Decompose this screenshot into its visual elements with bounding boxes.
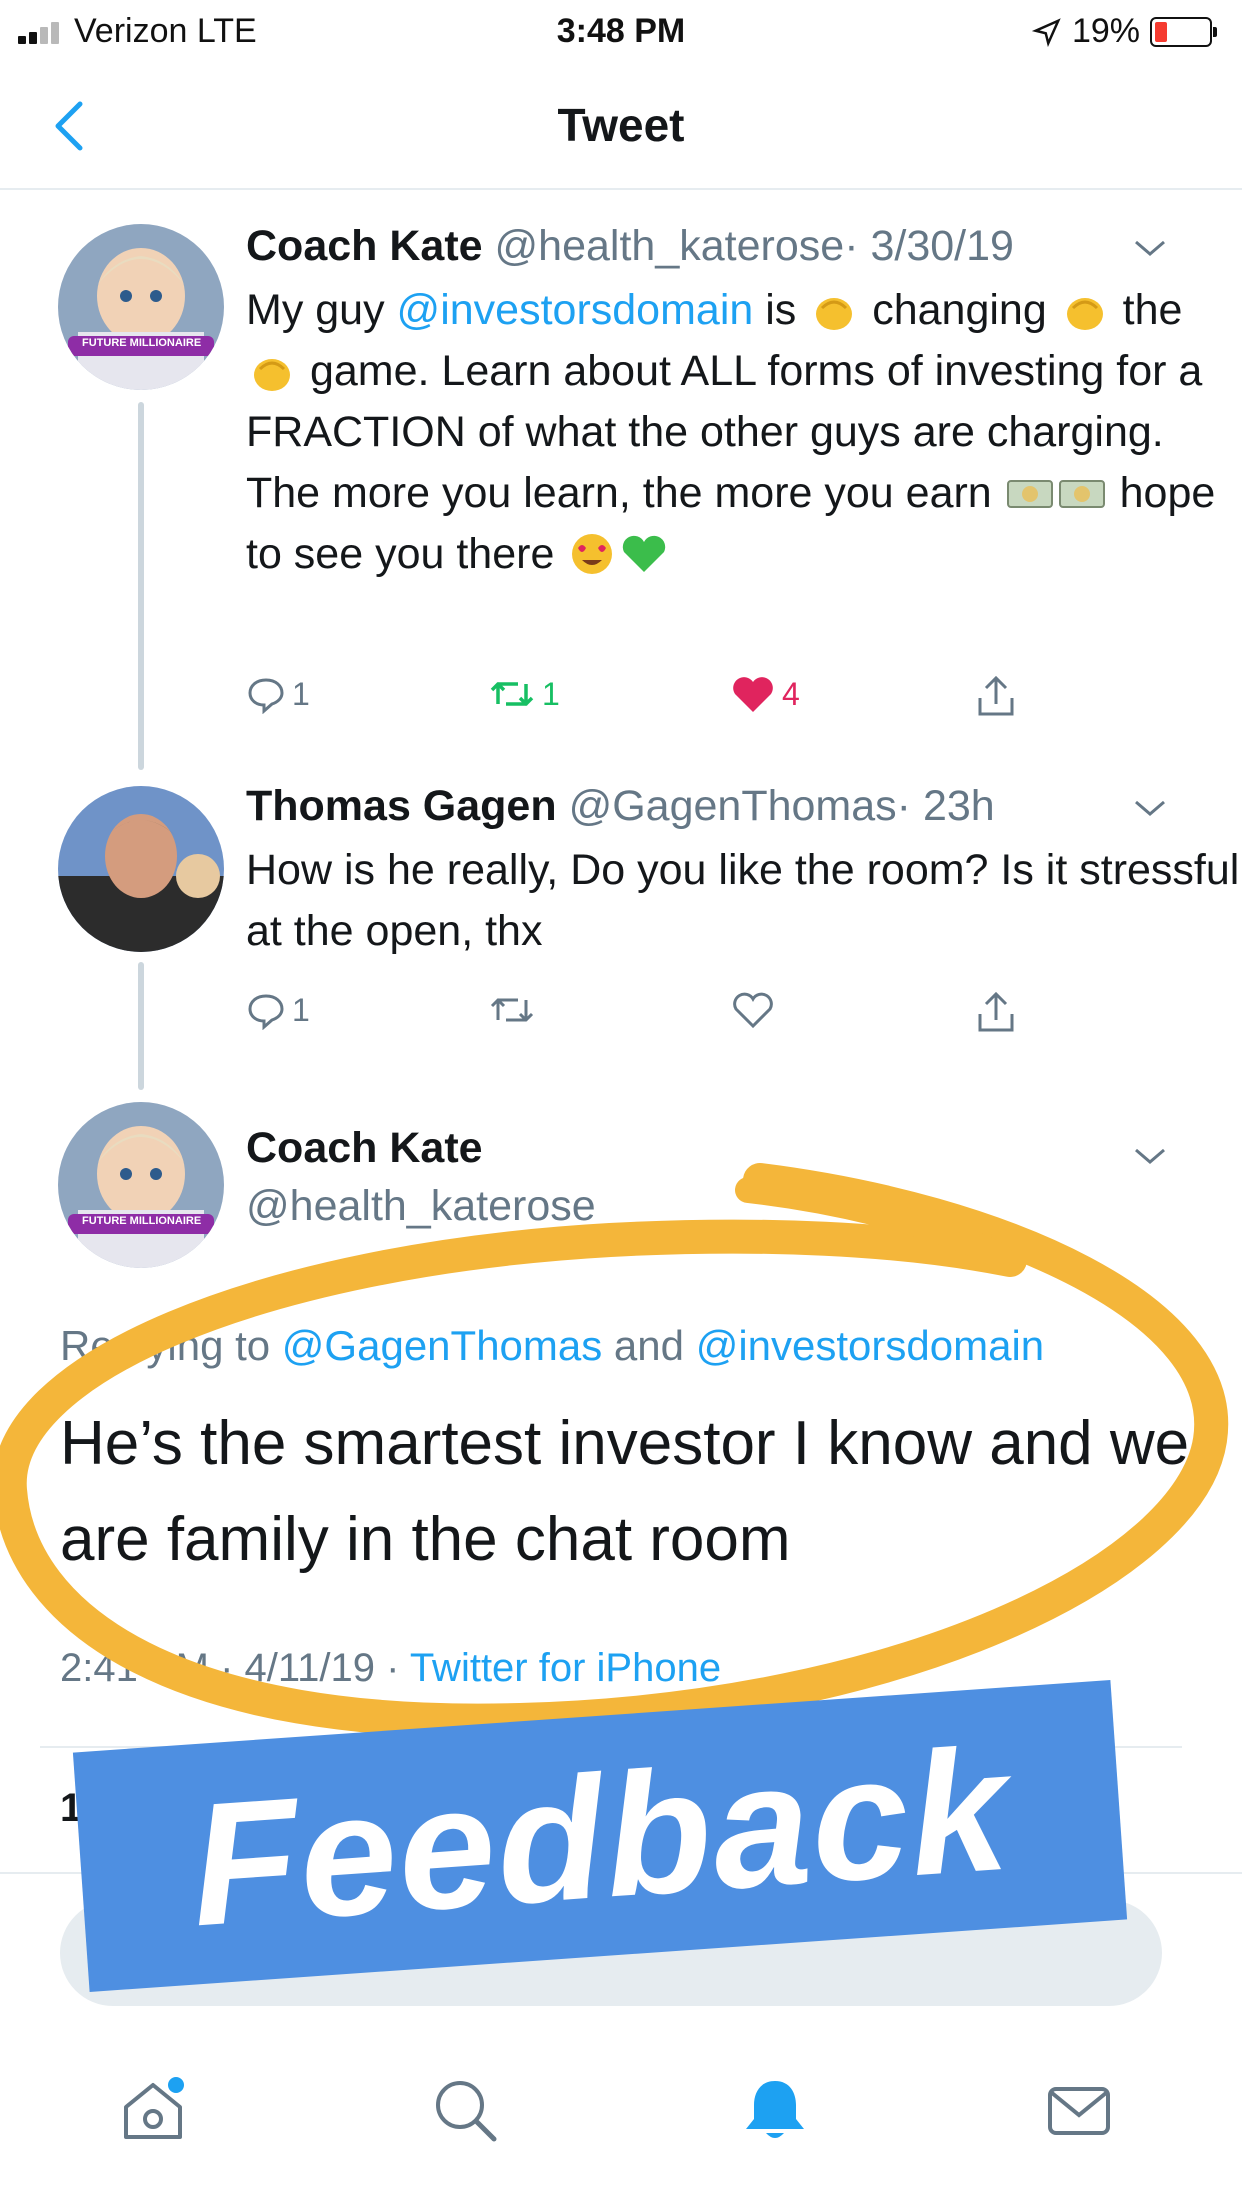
retweet-count: 1 [542, 675, 560, 712]
author-handle[interactable]: @health_katerose [495, 222, 845, 270]
share-button[interactable] [974, 990, 1018, 1036]
retweet-icon [490, 682, 534, 706]
tweet-text: My guy @investorsdomain is changing the … [246, 286, 1216, 578]
money-icon [1058, 480, 1105, 508]
page-title: Tweet [557, 99, 685, 151]
clapping-hands-icon [1066, 298, 1103, 330]
author-name[interactable]: Thomas Gagen [246, 782, 557, 830]
highlight-circle [0, 1163, 1229, 1738]
share-icon [978, 675, 1014, 716]
search-icon[interactable] [430, 2075, 500, 2145]
like-button[interactable]: 4 [730, 674, 800, 714]
reply-count: 1 [292, 991, 310, 1028]
share-button[interactable] [974, 674, 1018, 720]
reply-icon [248, 994, 284, 1030]
retweet-icon [490, 998, 534, 1022]
green-heart-icon [623, 535, 666, 572]
avatar[interactable]: FUTURE MILLIONAIRE [58, 224, 224, 390]
tweet-text: How is he really, Do you like the room? … [246, 846, 1240, 955]
tweet-date: · 23h [896, 782, 995, 830]
avatar-badge: FUTURE MILLIONAIRE [82, 337, 202, 349]
like-count: 4 [782, 675, 800, 712]
tweet-header: Thomas Gagen @GagenThomas· 23h [246, 782, 995, 831]
tweet-actions: 1 1 4 [0, 668, 1242, 728]
reply-icon [248, 678, 284, 714]
mention-link[interactable]: @investorsdomain [397, 286, 754, 334]
reply-count: 1 [292, 675, 310, 712]
tab-bar [0, 2035, 1242, 2208]
messages-icon[interactable] [1044, 2075, 1114, 2145]
retweet-button[interactable] [488, 990, 536, 1030]
reply-button[interactable]: 1 [246, 990, 310, 1030]
share-icon [978, 991, 1014, 1032]
status-bar: Verizon LTE 3:48 PM 19% [0, 0, 1242, 62]
heart-eyes-icon [572, 534, 613, 574]
tweet-header: Coach Kate @health_katerose· 3/30/19 [246, 222, 1014, 271]
chevron-down-icon[interactable] [1130, 236, 1170, 260]
money-icon [1006, 480, 1053, 508]
battery-icon [1150, 16, 1217, 47]
retweet-button[interactable]: 1 [488, 674, 560, 714]
nav-bar: Tweet [0, 70, 1242, 190]
notifications-icon[interactable] [740, 2075, 810, 2145]
tweet-date: · 3/30/19 [844, 222, 1014, 270]
like-icon [733, 677, 773, 712]
author-name[interactable]: Coach Kate [246, 222, 483, 270]
like-icon [733, 992, 773, 1029]
clapping-hands-icon [816, 298, 853, 330]
avatar[interactable] [58, 786, 224, 952]
battery-percent: 19% [1071, 12, 1140, 50]
clapping-hands-icon [254, 359, 290, 391]
reply-button[interactable]: 1 [246, 674, 310, 714]
location-icon [1031, 17, 1061, 47]
chevron-down-icon[interactable] [1130, 796, 1170, 820]
home-icon[interactable] [118, 2075, 188, 2145]
like-button[interactable] [730, 990, 776, 1030]
author-handle[interactable]: @GagenThomas [569, 782, 897, 830]
battery-status: 19% [1031, 12, 1217, 51]
tweet-actions: 1 [0, 984, 1242, 1044]
